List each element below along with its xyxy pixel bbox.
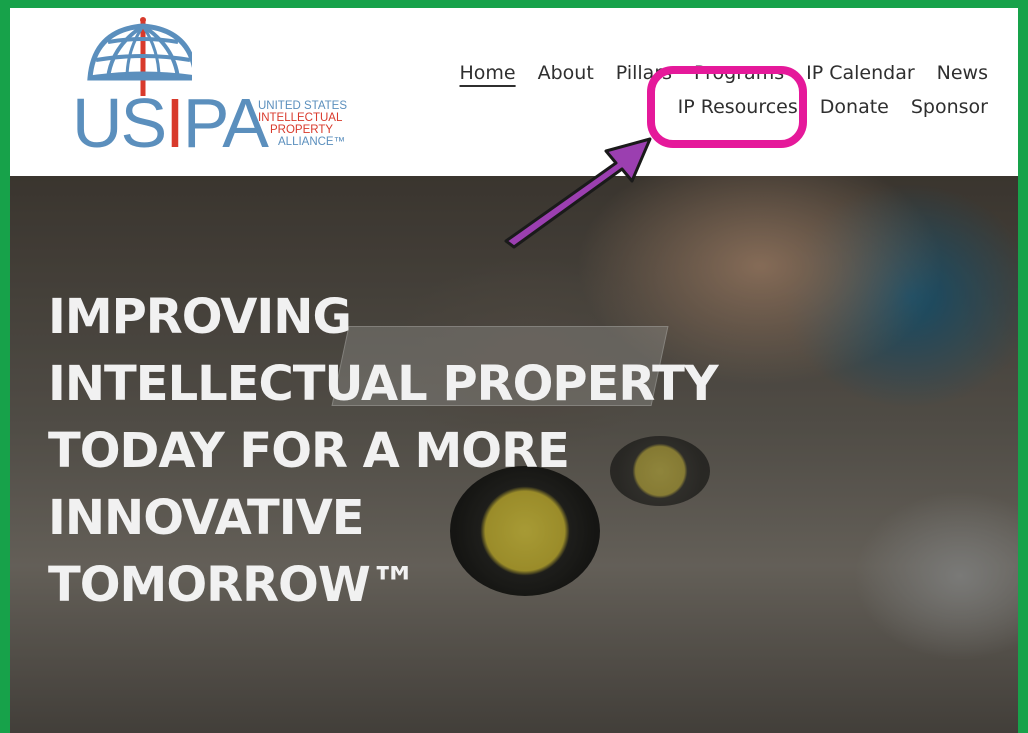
logo-subtitle-line: INTELLECTUAL: [258, 112, 343, 124]
site-logo[interactable]: USIPA UNITED STATES INTELLECTUAL PROPERT…: [72, 16, 372, 166]
nav-item-donate[interactable]: Donate: [820, 90, 889, 124]
logo-subtitle-line: PROPERTY: [270, 124, 334, 136]
logo-word-us: US: [72, 84, 167, 162]
logo-subtitle-line: UNITED STATES: [258, 100, 348, 112]
logo-word-i: I: [165, 84, 185, 162]
logo-subtitle-line: ALLIANCE™: [278, 136, 346, 148]
hero-headline-line: TODAY FOR A MORE: [48, 423, 570, 479]
hero-headline-line: TOMORROW™: [48, 557, 418, 613]
arrow-annotation-icon: [504, 137, 652, 249]
nav-item-news[interactable]: News: [937, 56, 988, 90]
logo-word-pa: PA: [182, 84, 269, 162]
nav-item-home[interactable]: Home: [460, 56, 516, 90]
page-frame: USIPA UNITED STATES INTELLECTUAL PROPERT…: [10, 8, 1018, 733]
highlight-annotation: [647, 66, 807, 148]
nav-item-ip-calendar[interactable]: IP Calendar: [806, 56, 915, 90]
hero-headline-line: INNOVATIVE: [48, 490, 365, 546]
logo-subtitle: UNITED STATES INTELLECTUAL PROPERTY ALLI…: [258, 100, 347, 148]
logo-wordmark: USIPA: [72, 88, 269, 158]
hero-headline-line: INTELLECTUAL PROPERTY: [48, 356, 719, 412]
nav-item-sponsor[interactable]: Sponsor: [911, 90, 988, 124]
hero-headline: IMPROVING INTELLECTUAL PROPERTY TODAY FO…: [48, 284, 719, 619]
hero-headline-line: IMPROVING: [48, 289, 352, 345]
nav-item-about[interactable]: About: [538, 56, 594, 90]
hero-banner: IMPROVING INTELLECTUAL PROPERTY TODAY FO…: [10, 176, 1018, 733]
